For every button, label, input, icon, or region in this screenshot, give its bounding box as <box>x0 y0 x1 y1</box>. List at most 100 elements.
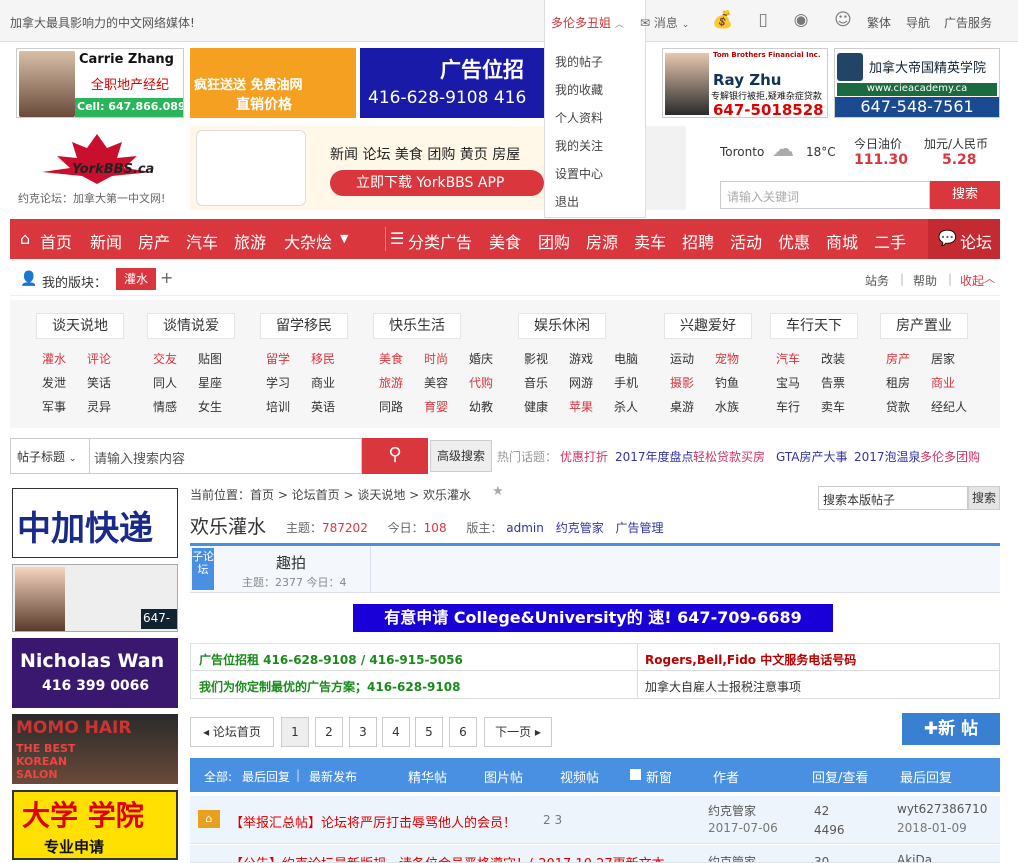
page-button[interactable]: 6 <box>449 717 477 747</box>
advanced-search-button[interactable]: 高级搜索 <box>430 440 492 472</box>
subforum-link[interactable]: 趣拍 <box>276 552 306 573</box>
page-button[interactable]: 1 <box>281 717 309 747</box>
subcategory-link[interactable]: 摄影 <box>670 374 694 391</box>
tab-images[interactable]: 图片帖 <box>484 767 523 786</box>
ad-space[interactable]: 广告位招 416-628-9108 416 <box>360 48 546 118</box>
subcategory-link[interactable]: 商业 <box>931 374 955 391</box>
subcategory-link[interactable]: 移民 <box>311 350 335 367</box>
subcategory-link[interactable]: 评论 <box>87 350 111 367</box>
collapse-link[interactable]: 收起 <box>960 272 984 289</box>
page-button[interactable]: 2 <box>315 717 343 747</box>
subcategory-link[interactable]: 旅游 <box>379 374 403 391</box>
sort-last-reply[interactable]: 最后回复 <box>242 768 290 785</box>
subcategory-link[interactable]: 宠物 <box>715 350 739 367</box>
nav-groupbuy[interactable]: 团购 <box>538 229 570 253</box>
subcategory-link[interactable]: 房产 <box>886 350 910 367</box>
subcategory-link[interactable]: 贷款 <box>886 398 910 415</box>
subcategory-link[interactable]: 钓鱼 <box>715 374 739 391</box>
mod-link[interactable]: 广告管理 <box>616 521 664 535</box>
forum-search-input[interactable]: 请输入搜索内容 <box>90 438 362 474</box>
tab-featured[interactable]: 精华帖 <box>408 767 447 786</box>
subcategory-link[interactable]: 幼教 <box>469 398 493 415</box>
ad-oil[interactable]: 疯狂送送 免费油网 直销价格 <box>190 48 356 118</box>
nav-sellcar[interactable]: 卖车 <box>634 229 666 253</box>
ad-college[interactable]: 大学 学院 专业申请 <box>12 790 178 860</box>
hot-topic[interactable]: GTA房产大事 <box>776 448 847 465</box>
subcategory-link[interactable]: 同人 <box>153 374 177 391</box>
add-block-icon[interactable]: + <box>160 268 173 287</box>
subcategory-link[interactable]: 影视 <box>524 350 548 367</box>
subcategory-link[interactable]: 美容 <box>424 374 448 391</box>
subcategory-link[interactable]: 宝马 <box>776 374 800 391</box>
nav-travel[interactable]: 旅游 <box>234 229 266 253</box>
subcategory-link[interactable]: 告票 <box>821 374 845 391</box>
hot-topic[interactable]: 轻松贷款买房 <box>693 448 765 465</box>
wechat-icon[interactable]: ☺ <box>832 10 854 32</box>
page-button[interactable]: 5 <box>415 717 443 747</box>
hot-topic[interactable]: 2017年度盘点 <box>615 448 694 465</box>
subcategory-link[interactable]: 灌水 <box>42 350 66 367</box>
star-icon[interactable]: ★ <box>492 484 504 499</box>
subcategory-link[interactable]: 经纪人 <box>931 398 967 415</box>
thread-author[interactable]: 约克管家 <box>708 802 756 819</box>
page-button[interactable]: 3 <box>349 717 377 747</box>
subcategory-link[interactable]: 运动 <box>670 350 694 367</box>
block-tag[interactable]: 灌水 <box>116 268 157 290</box>
category-button[interactable]: 谈天说地 <box>36 313 124 339</box>
menu-logout[interactable]: 退出 <box>545 188 645 216</box>
ad-link[interactable]: 加拿大自雇人士报税注意事项 <box>645 678 801 695</box>
forum-home-button[interactable]: ◂ 论坛首页 <box>190 717 274 747</box>
subcategory-link[interactable]: 同路 <box>379 398 403 415</box>
subcategory-link[interactable]: 发泄 <box>42 374 66 391</box>
tab-videos[interactable]: 视频帖 <box>560 767 599 786</box>
subcategory-link[interactable]: 留学 <box>266 350 290 367</box>
subcategory-link[interactable]: 游戏 <box>569 350 593 367</box>
college-banner[interactable]: 有意申请 College&University的 速! 647-709-6689 <box>353 604 833 632</box>
user-menu-trigger[interactable]: 多伦多丑姐 ︿ <box>544 0 646 42</box>
subcategory-link[interactable]: 星座 <box>198 374 222 391</box>
subcategory-link[interactable]: 女生 <box>198 398 222 415</box>
subcategory-link[interactable]: 商业 <box>311 374 335 391</box>
ad-link[interactable]: Rogers,Bell,Fido 中文服务电话号码 <box>645 651 856 668</box>
nav-secondhand[interactable]: 二手 <box>874 229 906 253</box>
board-search-input[interactable]: 搜索本版帖子 <box>818 486 968 510</box>
ad-kuaidi-2[interactable]: 647- <box>12 564 178 632</box>
hot-topic[interactable]: 2017泡温泉 <box>854 448 921 465</box>
ad-kuaidi[interactable]: 中加快递 <box>12 488 178 558</box>
thread-row[interactable]: 【公告】约克论坛最新版规，请各位会员严格遵守！( 2017.10.27更新文本 … <box>190 845 1000 863</box>
mobile-icon[interactable]: ▯ <box>752 10 774 32</box>
messages-link[interactable]: ✉ 消息 ⌄ <box>640 14 689 31</box>
subcategory-link[interactable]: 手机 <box>614 374 638 391</box>
ad-service-link[interactable]: 广告服务 <box>944 14 992 31</box>
nav-events[interactable]: 活动 <box>730 229 762 253</box>
app-banner[interactable]: 新闻 论坛 美食 团购 黄页 房屋 立即下载 YorkBBS APP <box>190 126 544 210</box>
ad-link[interactable]: 我们为你定制最优的广告方案；416-628-9108 <box>199 678 460 695</box>
site-affairs-link[interactable]: 站务 <box>865 272 889 289</box>
subcategory-link[interactable]: 网游 <box>569 374 593 391</box>
search-icon[interactable]: ⚲ <box>362 438 428 474</box>
subcategory-link[interactable]: 代购 <box>469 374 493 391</box>
nav-food[interactable]: 美食 <box>489 229 521 253</box>
subcategory-link[interactable]: 贴图 <box>198 350 222 367</box>
category-button[interactable]: 兴趣爱好 <box>664 313 752 339</box>
menu-settings[interactable]: 设置中心 <box>545 160 645 188</box>
top-search-input[interactable]: 请输入关键词 <box>720 181 930 209</box>
subcategory-link[interactable]: 育婴 <box>424 398 448 415</box>
subcategory-link[interactable]: 汽车 <box>776 350 800 367</box>
ad-link[interactable]: 广告位招租 416-628-9108 / 416-915-5056 <box>199 651 463 668</box>
subcategory-link[interactable]: 笑话 <box>87 374 111 391</box>
subcategory-link[interactable]: 健康 <box>524 398 548 415</box>
traditional-link[interactable]: 繁体 <box>867 14 891 31</box>
subcategory-link[interactable]: 改装 <box>821 350 845 367</box>
nav-forum-tab[interactable]: 💬 论坛 <box>928 219 1000 259</box>
subcategory-link[interactable]: 美食 <box>379 350 403 367</box>
ad-tom-brothers[interactable]: Tom Brothers Financial Inc. Ray Zhu 专解银行… <box>662 48 828 118</box>
money-bag-icon[interactable]: 💰 <box>712 10 734 32</box>
nav-jobs[interactable]: 招聘 <box>682 229 714 253</box>
page-button[interactable]: 4 <box>382 717 410 747</box>
sort-last-post[interactable]: 最新发布 <box>309 768 357 785</box>
nav-home[interactable]: 首页 <box>40 229 72 253</box>
subcategory-link[interactable]: 情感 <box>153 398 177 415</box>
subcategory-link[interactable]: 卖车 <box>821 398 845 415</box>
thread-author[interactable]: 约克管家 <box>708 853 756 862</box>
